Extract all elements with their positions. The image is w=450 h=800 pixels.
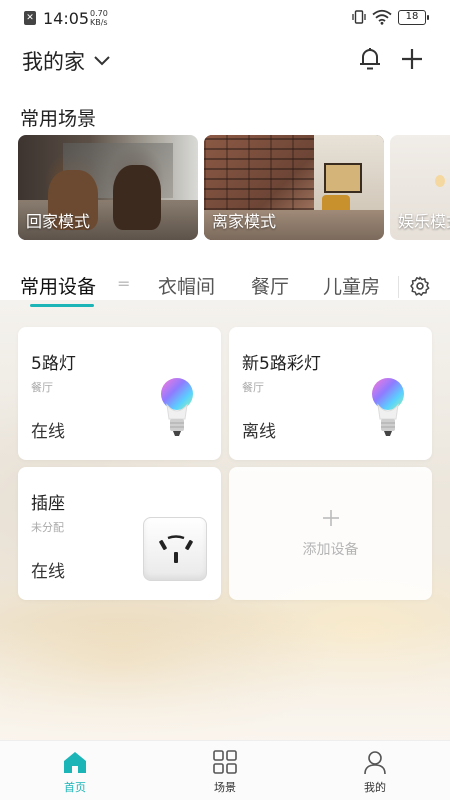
device-name: 5路灯 (31, 354, 76, 374)
device-status: 在线 (31, 562, 65, 582)
socket-icon (143, 517, 207, 581)
add-device-label: 添加设备 (302, 542, 359, 558)
network-speed-unit: KB/s (90, 18, 108, 27)
add-device-card[interactable]: 添加设备 (229, 467, 432, 600)
nav-label: 首页 (64, 781, 86, 794)
status-time: 14:05 (43, 9, 90, 28)
status-bar: ✕ 14:05 0.70 KB/s 18 (0, 0, 450, 36)
tab-dining-room[interactable]: 餐厅 (251, 272, 289, 299)
device-status: 离线 (242, 422, 276, 442)
device-status: 在线 (31, 422, 65, 442)
device-room: 未分配 (31, 521, 64, 534)
bottom-nav: 首页 场景 我的 (0, 740, 450, 800)
tab-divider (398, 276, 399, 298)
device-name: 插座 (31, 494, 65, 514)
nav-home[interactable]: 首页 (35, 749, 115, 795)
device-card[interactable]: 插座 未分配 在线 (18, 467, 221, 600)
scene-card-home[interactable]: 回家模式 (18, 135, 198, 240)
scene-label: 离家模式 (212, 212, 277, 231)
sim-icon: ✕ (24, 11, 36, 25)
network-speed: 0.70 KB/s (90, 9, 108, 27)
chevron-down-icon (94, 56, 110, 66)
device-card[interactable]: 新5路彩灯 餐厅 离线 (229, 327, 432, 460)
network-speed-value: 0.70 (90, 9, 108, 18)
device-card[interactable]: 5路灯 餐厅 在线 (18, 327, 221, 460)
tab-cloakroom[interactable]: 衣帽间 (158, 272, 215, 299)
bell-icon[interactable] (358, 46, 382, 72)
nav-label: 我的 (364, 781, 386, 794)
home-name: 我的家 (22, 50, 85, 74)
plus-icon[interactable] (400, 46, 424, 72)
battery-indicator: 18 (398, 9, 429, 25)
gear-icon[interactable] (409, 275, 431, 297)
scene-card-entertainment[interactable]: 娱乐模式 (390, 135, 450, 240)
scenes-carousel[interactable]: 回家模式 离家模式 娱乐模式 (18, 135, 450, 240)
nav-label: 场景 (214, 781, 236, 794)
home-selector[interactable]: 我的家 (22, 46, 111, 76)
vibrate-icon (352, 10, 366, 24)
device-name: 新5路彩灯 (242, 354, 321, 374)
device-room: 餐厅 (242, 381, 264, 394)
device-room: 餐厅 (31, 381, 53, 394)
plus-icon (322, 510, 339, 526)
tab-kids-room[interactable]: 儿童房 (323, 272, 380, 299)
user-icon (364, 751, 386, 775)
home-icon (64, 752, 86, 773)
rgb-bulb-icon (161, 378, 193, 436)
tab-overflow-indicator: = (117, 274, 131, 293)
wifi-icon (372, 9, 392, 25)
room-tabs: 常用设备 = 衣帽间 餐厅 儿童房 (0, 262, 450, 310)
scene-label: 娱乐模式 (398, 212, 450, 231)
nav-profile[interactable]: 我的 (335, 749, 415, 795)
scenes-title: 常用场景 (20, 108, 97, 130)
scene-card-away[interactable]: 离家模式 (204, 135, 384, 240)
active-tab-indicator (30, 304, 94, 307)
grid-icon (213, 750, 237, 774)
nav-scenes[interactable]: 场景 (185, 749, 265, 795)
rgb-bulb-icon (372, 378, 404, 436)
tab-common-devices[interactable]: 常用设备 (20, 272, 96, 299)
scene-label: 回家模式 (26, 212, 91, 231)
